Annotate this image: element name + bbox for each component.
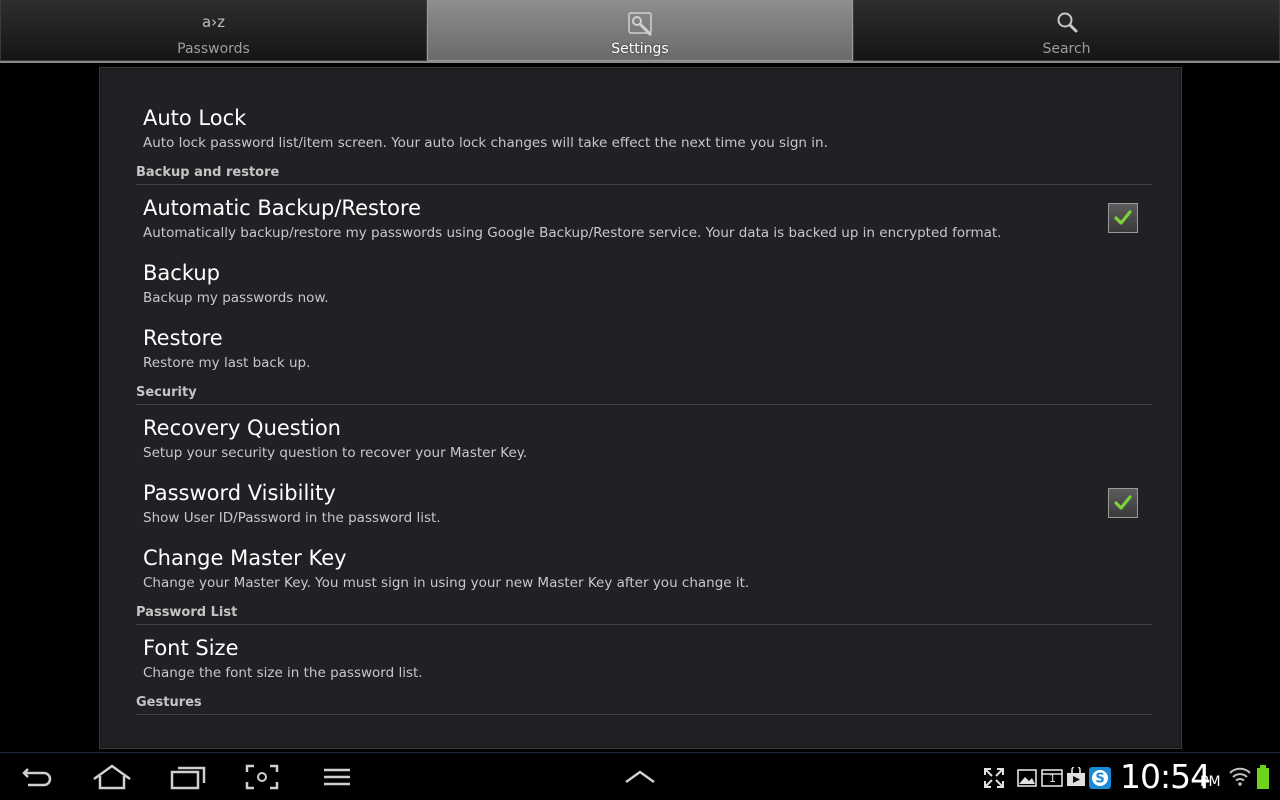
password-visibility-checkbox[interactable] (1108, 488, 1138, 518)
pref-title: Password Visibility (143, 481, 336, 505)
tab-settings[interactable]: Settings (427, 0, 853, 61)
screenshot-button[interactable] (245, 763, 279, 791)
tab-label: Settings (611, 41, 669, 57)
menu-button[interactable] (323, 763, 351, 791)
battery-icon (1256, 765, 1270, 793)
search-icon (1053, 10, 1081, 34)
pref-font-size[interactable]: Font Size Change the font size in the pa… (143, 636, 423, 681)
category-security: Security (136, 385, 1152, 405)
home-button[interactable] (92, 763, 132, 791)
pref-backup[interactable]: Backup Backup my passwords now. (143, 261, 329, 306)
wifi-icon (1229, 766, 1251, 794)
pref-title: Recovery Question (143, 416, 341, 440)
tools-icon (626, 10, 654, 37)
checkmark-icon (1114, 495, 1132, 510)
pref-summary: Auto lock password list/item screen. You… (143, 135, 828, 151)
tab-divider (0, 61, 1280, 63)
system-bar: 1 S 10:54 PM (0, 752, 1280, 800)
pref-summary: Backup my passwords now. (143, 290, 329, 306)
pref-summary: Setup your security question to recover … (143, 445, 528, 461)
pref-auto-lock[interactable]: Auto Lock Auto lock password list/item s… (143, 106, 828, 151)
clock-ampm: PM (1200, 774, 1221, 790)
tab-label: Passwords (177, 41, 250, 57)
recent-apps-icon (170, 766, 206, 790)
home-icon (93, 764, 131, 790)
back-icon (22, 768, 52, 787)
pref-summary: Change your Master Key. You must sign in… (143, 575, 750, 591)
tab-passwords[interactable]: a›z Passwords (0, 0, 427, 61)
recent-apps-button[interactable] (170, 763, 206, 791)
skype-icon: S (1089, 767, 1111, 795)
back-button[interactable] (20, 763, 56, 791)
pref-recovery-question[interactable]: Recovery Question Setup your security qu… (143, 416, 527, 461)
menu-icon (324, 768, 350, 786)
notification-count: 1 (1049, 772, 1056, 785)
calendar-icon: 1 (1041, 769, 1063, 797)
pref-automatic-backup[interactable]: Automatic Backup/Restore Automatically b… (143, 196, 1001, 241)
pref-password-visibility[interactable]: Password Visibility Show User ID/Passwor… (143, 481, 441, 526)
pref-summary: Change the font size in the password lis… (143, 665, 423, 681)
chevron-up-icon (625, 770, 655, 784)
tab-search[interactable]: Search (853, 0, 1280, 61)
pref-restore[interactable]: Restore Restore my last back up. (143, 326, 310, 371)
play-store-icon (1065, 765, 1087, 795)
checkmark-icon (1114, 210, 1132, 225)
pref-title: Auto Lock (143, 106, 247, 130)
tab-bar: a›z Passwords Settings Search (0, 0, 1280, 64)
svg-text:S: S (1095, 772, 1104, 787)
pref-summary: Show User ID/Password in the password li… (143, 510, 441, 526)
category-backup-restore: Backup and restore (136, 165, 1152, 185)
pref-title: Backup (143, 261, 220, 285)
fullscreen-icon[interactable] (983, 767, 1005, 795)
category-gestures: Gestures (136, 695, 1152, 715)
pref-change-master-key[interactable]: Change Master Key Change your Master Key… (143, 546, 749, 591)
settings-list[interactable]: Auto Lock Auto lock password list/item s… (99, 67, 1182, 749)
pref-title: Automatic Backup/Restore (143, 196, 422, 220)
tab-label: Search (1042, 41, 1091, 57)
screenshot-icon (245, 764, 279, 790)
pref-title: Restore (143, 326, 223, 350)
mini-apps-button[interactable] (624, 763, 656, 791)
pref-title: Font Size (143, 636, 239, 660)
pref-summary: Automatically backup/restore my password… (143, 225, 1002, 241)
category-password-list: Password List (136, 605, 1152, 625)
gallery-icon (1017, 769, 1037, 797)
pref-summary: Restore my last back up. (143, 355, 311, 371)
pref-title: Change Master Key (143, 546, 347, 570)
az-icon: a›z (201, 13, 226, 31)
automatic-backup-checkbox[interactable] (1108, 203, 1138, 233)
clock-time: 10:54 (1120, 757, 1211, 796)
